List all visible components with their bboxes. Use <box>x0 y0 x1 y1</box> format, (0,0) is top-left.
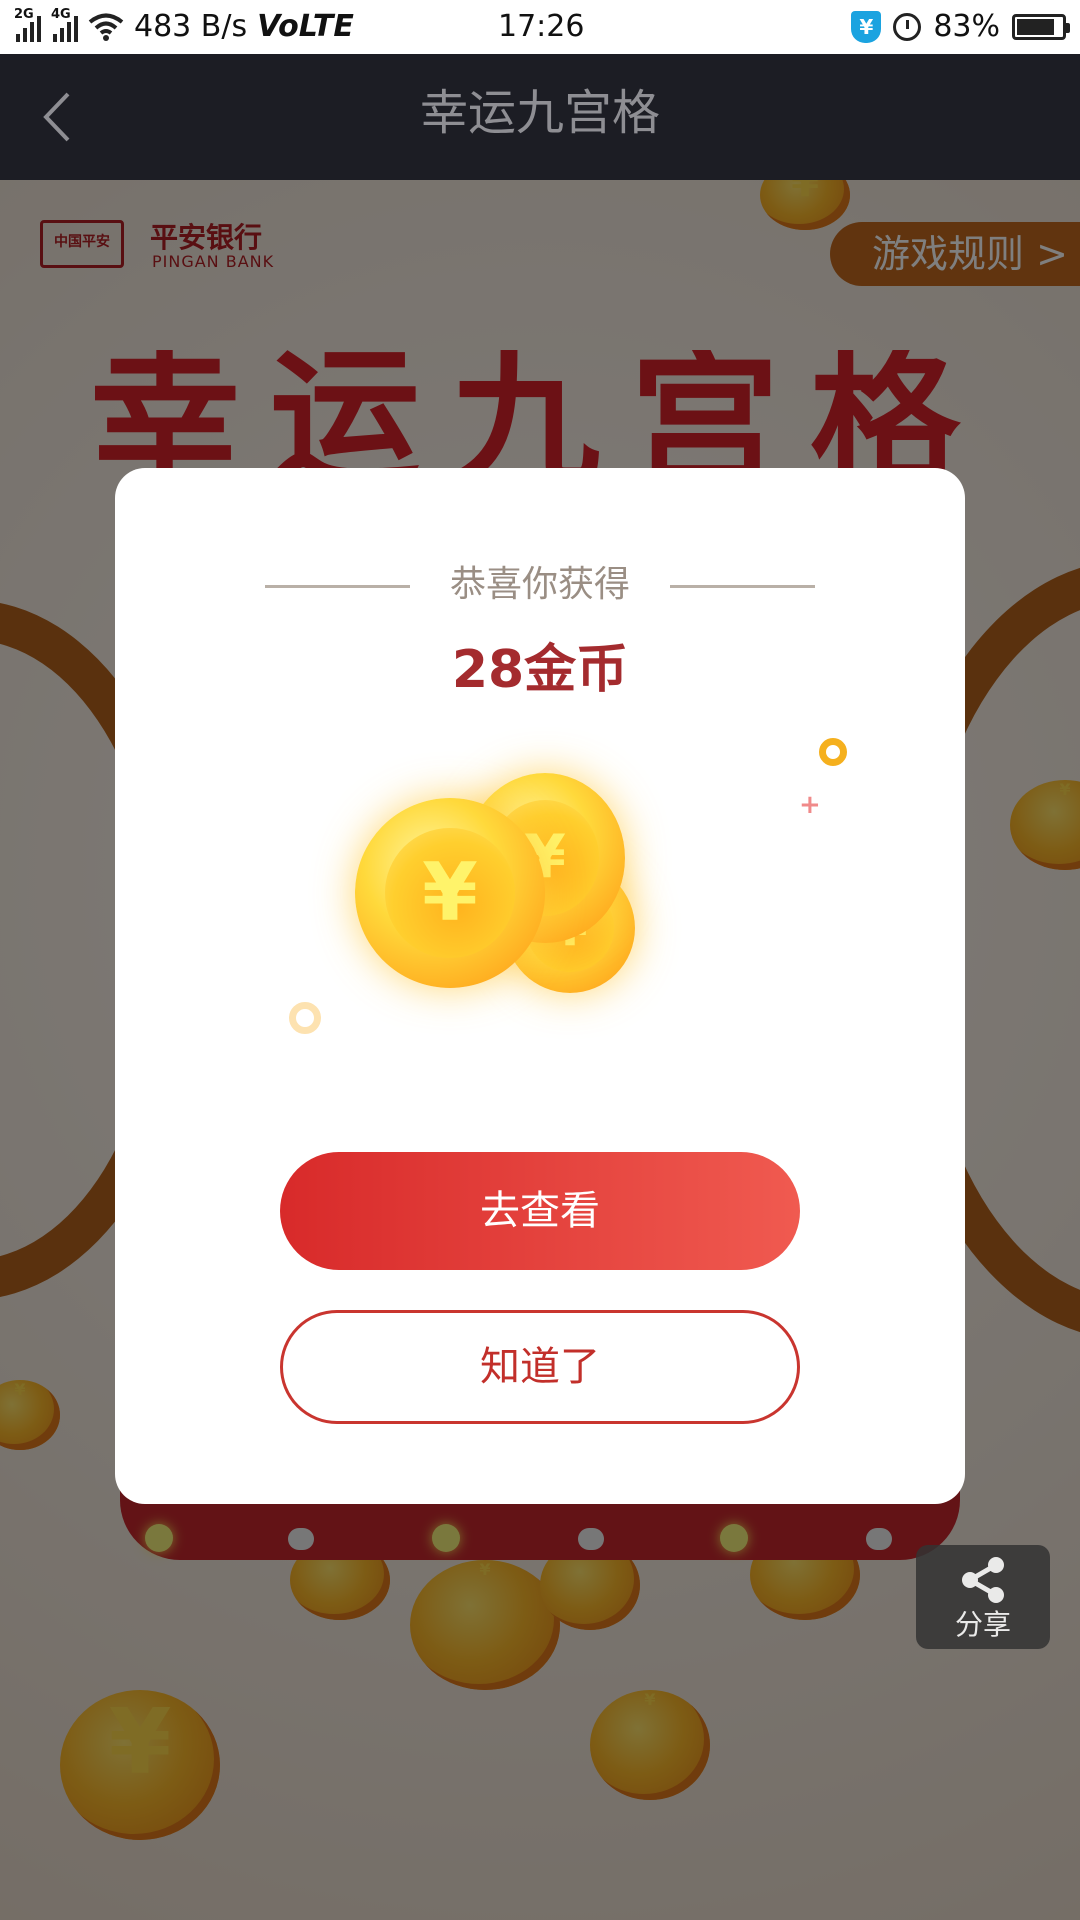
battery-percent: 83% <box>933 9 1000 44</box>
clock: 17:26 <box>498 9 585 44</box>
status-right: ¥ 83% <box>851 0 1070 54</box>
network-speed: 483 B/s <box>134 9 248 44</box>
signal-4g-label: 4G <box>51 7 71 22</box>
signal-2g-label: 2G <box>14 7 34 22</box>
coins-illustration: ¥ ¥ ¥ + <box>289 738 847 1058</box>
signal-icon: 2G <box>14 8 41 42</box>
view-button[interactable]: 去查看 <box>280 1152 800 1270</box>
reward-dialog: 恭喜你获得 28金币 ¥ ¥ ¥ + 去查看 知道了 <box>115 468 965 1504</box>
shield-icon: ¥ <box>851 11 882 43</box>
page-title: 幸运九宫格 <box>419 85 660 141</box>
wifi-icon <box>88 13 124 41</box>
volte-indicator: VoLTE <box>257 9 354 44</box>
coin-icon: ¥ <box>355 798 545 988</box>
sparkle-plus: + <box>799 790 821 820</box>
share-icon <box>962 1557 1004 1603</box>
share-button[interactable]: 分享 <box>916 1545 1050 1649</box>
reward-amount: 28金币 <box>451 640 629 700</box>
share-label: 分享 <box>954 1608 1011 1641</box>
sparkle-ring <box>289 1002 321 1034</box>
sparkle-ring <box>819 738 847 766</box>
got-it-button[interactable]: 知道了 <box>280 1310 800 1424</box>
status-left: 2G 4G 483 B/s VoLTE <box>14 0 354 54</box>
battery-icon <box>1012 14 1070 40</box>
navbar: 幸运九宫格 <box>0 54 1080 180</box>
status-bar: 2G 4G 483 B/s VoLTE 17:26 ¥ 83% <box>0 0 1080 54</box>
battery-fill <box>1017 19 1054 35</box>
alarm-icon <box>893 13 922 41</box>
signal-icon-4g: 4G <box>51 8 78 42</box>
dialog-subtitle: 恭喜你获得 <box>449 564 630 605</box>
